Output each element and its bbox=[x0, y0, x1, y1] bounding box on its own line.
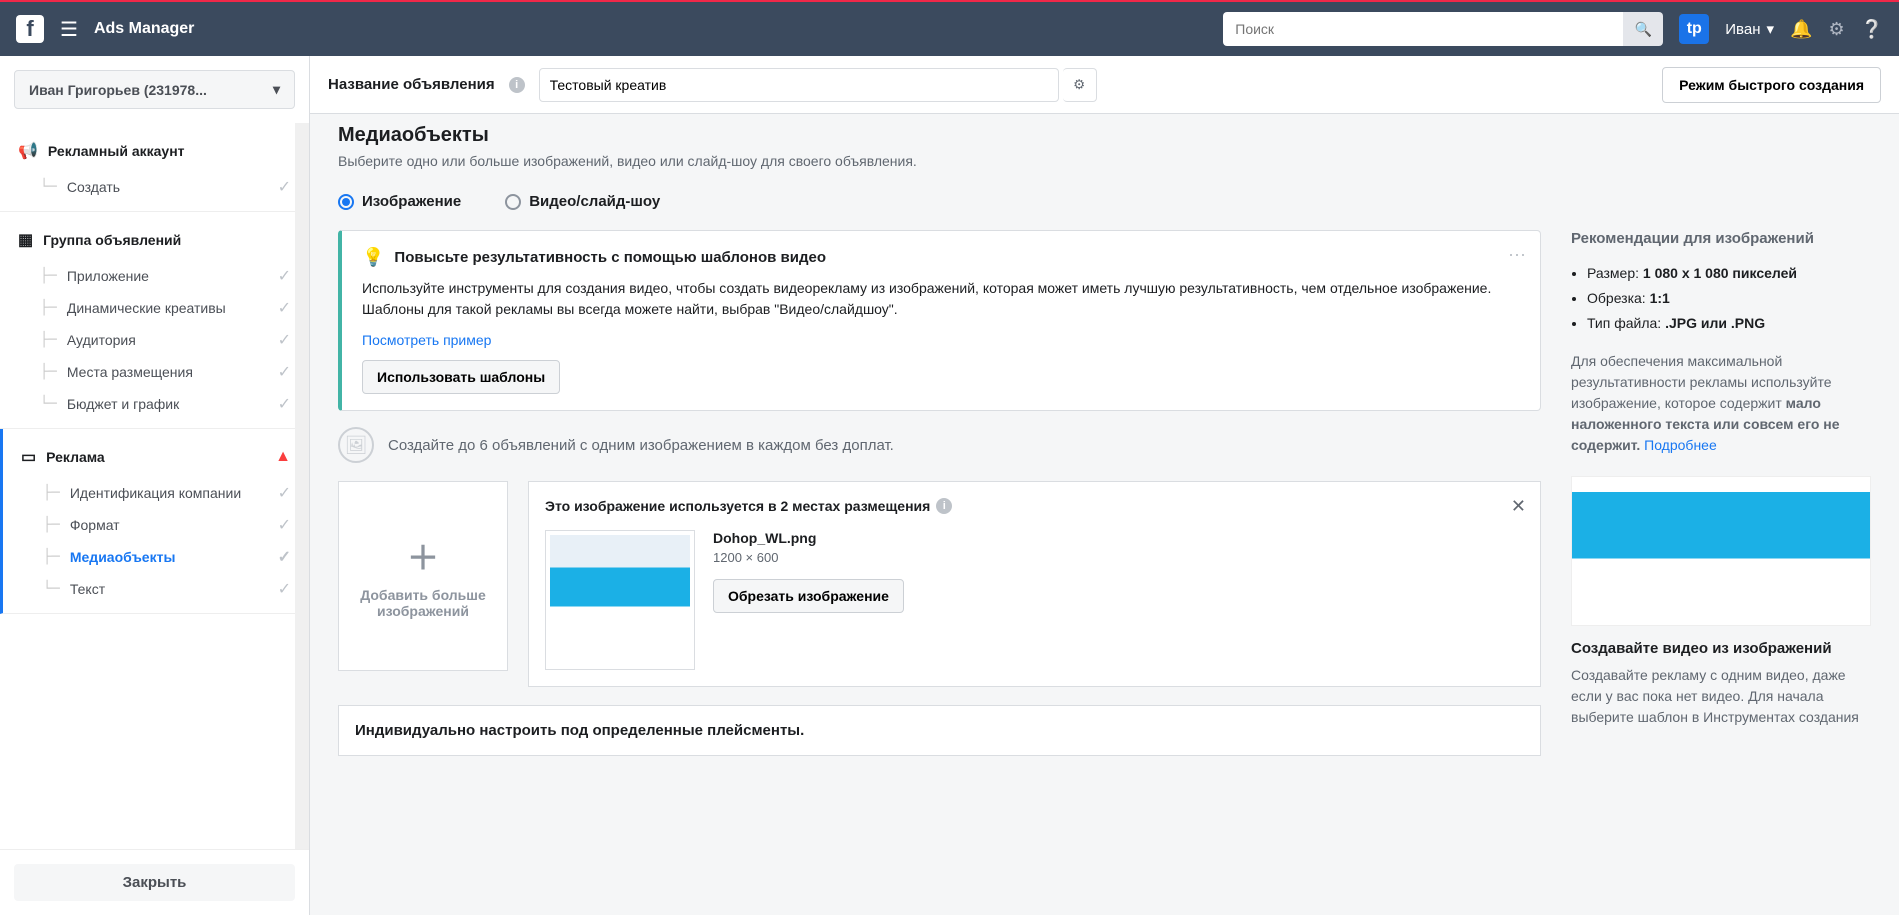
sidebar-header-adset[interactable]: ▦ Группа объявлений bbox=[0, 220, 309, 260]
tab-image[interactable]: Изображение bbox=[338, 193, 461, 210]
radio-icon bbox=[505, 194, 521, 210]
help-icon[interactable]: ❔ bbox=[1861, 19, 1883, 40]
facebook-logo-icon[interactable]: f bbox=[16, 15, 44, 43]
sidebar-item-format[interactable]: ├─Формат✓ bbox=[3, 509, 309, 541]
main-content: Медиаобъекты Выберите одно или больше из… bbox=[310, 114, 1899, 915]
check-icon: ✓ bbox=[278, 330, 291, 350]
check-icon: ✓ bbox=[278, 177, 291, 197]
placement-customize-card[interactable]: Индивидуально настроить под определенные… bbox=[338, 705, 1541, 756]
check-icon: ✓ bbox=[278, 515, 291, 535]
check-icon: ✓ bbox=[278, 483, 291, 503]
sidebar-item-media[interactable]: ├─Медиаобъекты✓ bbox=[3, 541, 309, 573]
sidebar-item-create[interactable]: └─Создать ✓ bbox=[0, 171, 309, 203]
lightbulb-icon: 💡 bbox=[362, 247, 384, 268]
quick-creation-button[interactable]: Режим быстрого создания bbox=[1662, 67, 1881, 103]
sidebar-header-ad[interactable]: ▭ Реклама ▲ bbox=[3, 437, 309, 477]
sidebar: Иван Григорьев (231978... ▾ 📢 Рекламный … bbox=[0, 56, 310, 915]
video-section-title: Создавайте видео из изображений bbox=[1571, 640, 1871, 657]
gear-icon[interactable]: ⚙ bbox=[1828, 19, 1844, 40]
add-more-images-tile[interactable]: ＋ Добавить больше изображений bbox=[338, 481, 508, 671]
grid-icon: ▦ bbox=[18, 230, 33, 250]
info-icon[interactable]: i bbox=[936, 498, 952, 514]
close-icon[interactable]: ✕ bbox=[1511, 496, 1526, 517]
tab-video[interactable]: Видео/слайд-шоу bbox=[505, 193, 660, 210]
megaphone-icon: 📢 bbox=[18, 141, 38, 161]
info-icon[interactable]: i bbox=[509, 77, 525, 93]
ad-name-settings-button[interactable]: ⚙ bbox=[1063, 68, 1097, 102]
image-icon: 🖼 bbox=[338, 427, 374, 463]
hamburger-icon[interactable]: ☰ bbox=[60, 17, 78, 42]
ad-name-label: Название объявления bbox=[328, 76, 495, 93]
warning-icon: ▲ bbox=[275, 448, 291, 466]
section-title: Медиаобъекты bbox=[338, 124, 1871, 147]
chevron-down-icon: ▾ bbox=[273, 81, 280, 98]
gear-icon: ⚙ bbox=[1073, 77, 1085, 92]
learn-more-link[interactable]: Подробнее bbox=[1644, 437, 1717, 453]
recommendations-note: Для обеспечения максимальной результатив… bbox=[1571, 351, 1871, 456]
video-section-text: Создавайте рекламу с одним видео, даже е… bbox=[1571, 665, 1871, 728]
file-dimensions: 1200 × 600 bbox=[713, 550, 904, 565]
check-icon: ✓ bbox=[278, 266, 291, 286]
check-icon: ✓ bbox=[278, 579, 291, 599]
sidebar-item-dynamic[interactable]: ├─Динамические креативы✓ bbox=[0, 292, 309, 324]
tip-example-link[interactable]: Посмотреть пример bbox=[362, 332, 491, 348]
image-thumbnail[interactable] bbox=[545, 530, 695, 670]
sidebar-item-identity[interactable]: ├─Идентификация компании✓ bbox=[3, 477, 309, 509]
info-row: 🖼 Создайте до 6 объявлений с одним изобр… bbox=[338, 427, 1541, 463]
plus-icon: ＋ bbox=[407, 533, 439, 579]
travelpayouts-badge-icon[interactable]: tp bbox=[1679, 14, 1709, 44]
app-title: Ads Manager bbox=[94, 20, 194, 38]
sidebar-header-account[interactable]: 📢 Рекламный аккаунт bbox=[0, 131, 309, 171]
more-icon[interactable]: ⋯ bbox=[1508, 245, 1526, 266]
close-button[interactable]: Закрыть bbox=[14, 864, 295, 901]
check-icon: ✓ bbox=[278, 394, 291, 414]
check-icon: ✓ bbox=[278, 298, 291, 318]
ad-name-input[interactable] bbox=[539, 68, 1059, 102]
sidebar-item-placements[interactable]: ├─Места размещения✓ bbox=[0, 356, 309, 388]
tip-text: Используйте инструменты для создания вид… bbox=[362, 278, 1520, 320]
sidebar-item-audience[interactable]: ├─Аудитория✓ bbox=[0, 324, 309, 356]
user-menu[interactable]: Иван ▾ bbox=[1725, 20, 1774, 38]
crop-image-button[interactable]: Обрезать изображение bbox=[713, 579, 904, 613]
image-card: ✕ Это изображение используется в 2 места… bbox=[528, 481, 1541, 687]
sidebar-item-budget[interactable]: └─Бюджет и график✓ bbox=[0, 388, 309, 420]
search-button[interactable]: 🔍 bbox=[1623, 12, 1663, 46]
check-icon: ✓ bbox=[278, 547, 291, 567]
sidebar-item-app[interactable]: ├─Приложение✓ bbox=[0, 260, 309, 292]
header-row: Название объявления i ⚙ Режим быстрого с… bbox=[310, 56, 1899, 114]
top-bar: f ☰ Ads Manager 🔍 tp Иван ▾ 🔔 ⚙ ❔ bbox=[0, 0, 1899, 56]
video-preview-image bbox=[1571, 476, 1871, 626]
chevron-down-icon: ▾ bbox=[1766, 20, 1774, 38]
recommendations-list: Размер: 1 080 x 1 080 пикселей Обрезка: … bbox=[1571, 261, 1871, 337]
search-input[interactable] bbox=[1223, 12, 1623, 46]
bell-icon[interactable]: 🔔 bbox=[1790, 19, 1812, 40]
tip-card: ⋯ 💡Повысьте результативность с помощью ш… bbox=[338, 230, 1541, 411]
search-box: 🔍 bbox=[1223, 12, 1663, 46]
use-templates-button[interactable]: Использовать шаблоны bbox=[362, 360, 560, 394]
radio-checked-icon bbox=[338, 194, 354, 210]
section-subtitle: Выберите одно или больше изображений, ви… bbox=[338, 153, 1871, 169]
file-name: Dohop_WL.png bbox=[713, 530, 904, 546]
recommendations-title: Рекомендации для изображений bbox=[1571, 230, 1871, 247]
sidebar-item-text[interactable]: └─Текст✓ bbox=[3, 573, 309, 605]
account-selector[interactable]: Иван Григорьев (231978... ▾ bbox=[14, 70, 295, 109]
check-icon: ✓ bbox=[278, 362, 291, 382]
ad-icon: ▭ bbox=[21, 447, 36, 467]
search-icon: 🔍 bbox=[1635, 21, 1652, 37]
